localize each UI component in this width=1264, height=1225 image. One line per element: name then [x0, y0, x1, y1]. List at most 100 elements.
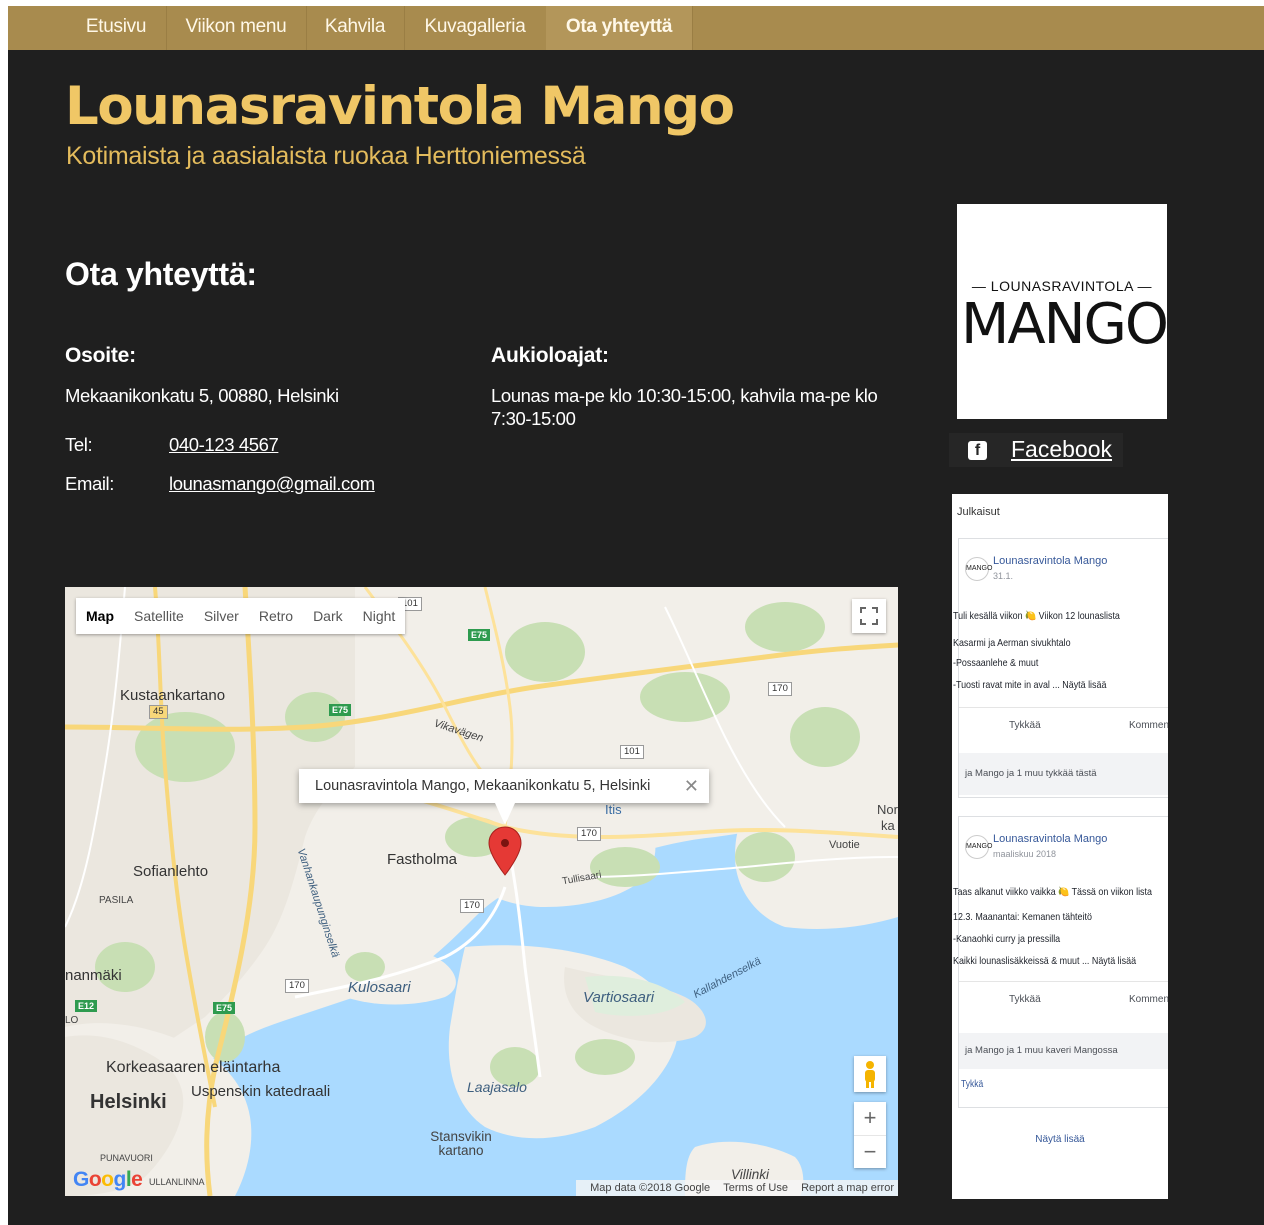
like-button[interactable]: Tykkää — [1009, 720, 1041, 731]
facebook-post: MANGO Lounasravintola Mango maaliskuu 20… — [953, 816, 1168, 1108]
page-title: Ota yhteyttä: — [65, 256, 257, 292]
post-text-line: -Possaanlehe & muut — [953, 657, 1039, 669]
map-attribution: Map data ©2018 Google Terms of Use Repor… — [576, 1180, 898, 1196]
map-data-text: Map data ©2018 Google — [590, 1182, 711, 1194]
map-label-itis: Itis — [605, 802, 622, 817]
map-info-window: Lounasravintola Mango, Mekaanikonkatu 5,… — [299, 769, 709, 803]
nav-item-kahvila[interactable]: Kahvila — [306, 6, 405, 50]
terms-of-use-link[interactable]: Terms of Use — [723, 1182, 788, 1194]
page: Etusivu Viikon menu Kahvila Kuvagalleria… — [8, 6, 1264, 1225]
zoom-in-button[interactable]: + — [854, 1102, 886, 1136]
facebook-post: MANGO Lounasravintola Mango 31.1. Tuli k… — [953, 538, 1168, 798]
map-label-mannimaki: nanmäki — [65, 967, 122, 984]
map-label-punavuori: PUNAVUORI — [100, 1153, 153, 1163]
pegman-icon — [865, 1061, 875, 1088]
report-map-error-link[interactable]: Report a map error — [801, 1182, 894, 1194]
map-canvas[interactable] — [65, 587, 898, 1196]
map-label-vartiosaari: Vartiosaari — [583, 989, 655, 1006]
site-subtitle: Kotimaista ja aasialaista ruokaa Hertton… — [66, 142, 586, 170]
post-actions: Tykkää Kommentoi — [959, 981, 1168, 1034]
map-label-laajasalo: Laajasalo — [467, 1079, 527, 1095]
like-button[interactable]: Tykkää — [1009, 994, 1041, 1005]
road-badge: 170 — [577, 827, 601, 841]
post-date[interactable]: 31.1. — [993, 571, 1013, 581]
address-heading: Osoite: — [65, 344, 136, 367]
post-text-line[interactable]: -Tuosti ravat mite in aval ... Näytä lis… — [953, 679, 1106, 691]
map-label-uspenski: Uspenskin katedraali — [191, 1083, 331, 1100]
address-text: Mekaanikonkatu 5, 00880, Helsinki — [65, 385, 339, 406]
road-badge: 45 — [149, 705, 168, 719]
nav-item-kuvagalleria[interactable]: Kuvagalleria — [404, 6, 547, 50]
map-type-silver[interactable]: Silver — [194, 598, 249, 634]
post-actions: Tykkää Kommentoi — [959, 707, 1168, 754]
map-label-nor: Nor — [877, 802, 898, 817]
comment-button[interactable]: Kommentoi — [1129, 994, 1168, 1005]
map-label-sofianlehto: Sofianlehto — [133, 863, 209, 880]
show-more-link[interactable]: Näytä lisää — [952, 1134, 1168, 1145]
hours-text: Lounas ma-pe klo 10:30-15:00, kahvila ma… — [491, 385, 878, 429]
map-label-fastholma: Fastholma — [387, 851, 458, 868]
fullscreen-button[interactable] — [852, 599, 886, 633]
facebook-page-widget[interactable]: Julkaisut MANGO Lounasravintola Mango 31… — [952, 494, 1168, 1199]
euro-road-badge: E75 — [329, 704, 352, 716]
road-badge: 170 — [768, 682, 792, 696]
map-type-control: Map Satellite Silver Retro Dark Night — [76, 598, 406, 634]
google-map[interactable]: 101 170 101 170 170 170 45 E75 E75 E12 E… — [65, 587, 898, 1196]
facebook-link[interactable]: f Facebook — [949, 433, 1123, 467]
zoom-out-button[interactable]: − — [854, 1136, 886, 1169]
avatar[interactable]: MANGO — [965, 835, 992, 859]
post-reactions[interactable]: ja Mango ja 1 muu tykkää tästä — [959, 753, 1168, 795]
post-text-line[interactable]: Kaikki lounaslisäkkeissä & muut ... Näyt… — [953, 955, 1136, 967]
tel-link[interactable]: 040-123 4567 — [169, 433, 279, 456]
map-type-satellite[interactable]: Satellite — [124, 598, 194, 634]
info-window-tail — [495, 803, 515, 825]
nav-item-ota-yhteytta[interactable]: Ota yhteyttä — [546, 6, 693, 50]
facebook-link-text[interactable]: Facebook — [1011, 436, 1112, 463]
top-navigation: Etusivu Viikon menu Kahvila Kuvagalleria… — [8, 6, 1264, 50]
widget-header: Julkaisut — [957, 506, 1000, 518]
post-extra-link[interactable]: Tykkä — [961, 1079, 983, 1090]
post-date[interactable]: maaliskuu 2018 — [993, 849, 1056, 859]
map-label-stansvikin: Stansvikin kartano — [430, 1129, 492, 1158]
close-icon[interactable]: ✕ — [684, 769, 699, 803]
google-logo[interactable]: Google — [73, 1168, 143, 1192]
euro-road-badge: E12 — [75, 1000, 98, 1012]
nav-item-viikon-menu[interactable]: Viikon menu — [166, 6, 307, 50]
map-label-korkeasaari: Korkeasaaren eläintarha — [106, 1059, 281, 1076]
euro-road-badge: E75 — [213, 1002, 236, 1014]
map-label-pasila: PASILA — [99, 895, 134, 906]
euro-road-badge: E75 — [468, 629, 491, 641]
nav-item-etusivu[interactable]: Etusivu — [66, 6, 167, 50]
zoom-control: + − — [854, 1102, 886, 1168]
map-label-kustaankartano: Kustaankartano — [120, 687, 226, 704]
post-author[interactable]: Lounasravintola Mango — [993, 833, 1107, 845]
map-label-kulosaari: Kulosaari — [348, 979, 411, 996]
map-type-retro[interactable]: Retro — [249, 598, 303, 634]
logo-main-text: MANGO — [961, 292, 1169, 357]
post-reactions[interactable]: ja Mango ja 1 muu kaveri Mangossa — [959, 1033, 1168, 1069]
map-label-ullanlinna: ULLANLINNA — [149, 1177, 205, 1187]
email-link[interactable]: lounasmango@gmail.com — [169, 472, 375, 495]
info-window-text: Lounasravintola Mango, Mekaanikonkatu 5,… — [315, 778, 651, 794]
map-type-map[interactable]: Map — [76, 598, 124, 634]
road-badge: 101 — [620, 745, 644, 759]
road-badge: 170 — [460, 899, 484, 913]
email-label: Email: — [65, 473, 114, 494]
site-title[interactable]: Lounasravintola Mango — [65, 76, 735, 137]
street-view-pegman-button[interactable] — [854, 1056, 886, 1092]
map-type-dark[interactable]: Dark — [303, 598, 353, 634]
nav-label: Etusivu — [85, 16, 147, 37]
avatar[interactable]: MANGO — [965, 557, 992, 581]
restaurant-logo: — LOUNASRAVINTOLA — MANGO — [957, 204, 1169, 419]
map-label-lo: LO — [65, 1015, 79, 1026]
post-text-line: 12.3. Maanantai: Kemanen tähteitö — [953, 911, 1092, 923]
post-text-line: -Kanaohki curry ja pressilla — [953, 933, 1061, 945]
nav-label: Viikon menu — [185, 16, 287, 37]
post-text-line: Tuli kesällä viikon 🍋 Viikon 12 lounasli… — [953, 610, 1120, 622]
map-type-night[interactable]: Night — [353, 598, 406, 634]
tel-label: Tel: — [65, 434, 93, 455]
comment-button[interactable]: Kommentoi — [1129, 720, 1168, 731]
fullscreen-icon — [860, 607, 878, 625]
road-badge: 170 — [285, 979, 309, 993]
post-author[interactable]: Lounasravintola Mango — [993, 555, 1107, 567]
